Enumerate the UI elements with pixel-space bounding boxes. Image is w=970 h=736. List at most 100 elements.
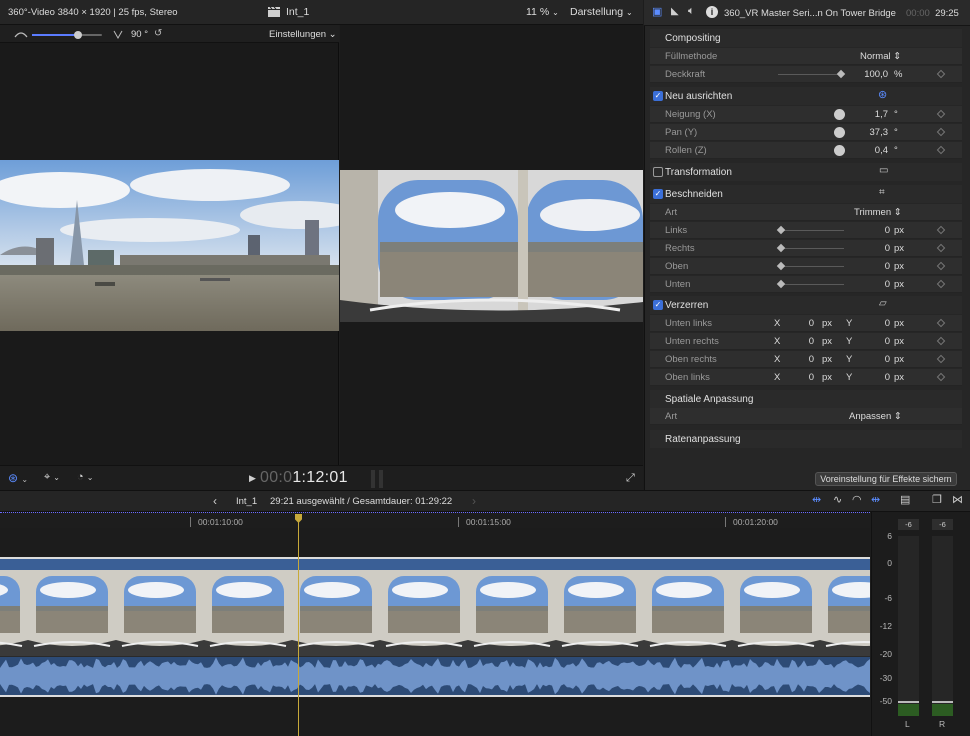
crop-slider-knob[interactable] (776, 243, 786, 253)
crop-top-row: Oben 0 px (650, 258, 962, 275)
fov-slider-fill (32, 34, 78, 36)
keyframe-icon[interactable] (936, 372, 946, 382)
opacity-unit: % (894, 69, 903, 80)
meter-scale: -50 (879, 696, 892, 706)
back-arrow-icon[interactable]: ‹ (213, 495, 217, 507)
crop-slider-knob[interactable] (776, 225, 786, 235)
pan-value[interactable]: 37,3 (860, 127, 889, 138)
peak-left: -6 (898, 519, 919, 530)
film-icon[interactable]: ▤ (900, 495, 910, 506)
crop-right-row: Rechts 0 px (650, 240, 962, 257)
spatial-type-select[interactable]: Anpassen ⇕ (849, 411, 902, 422)
waveform-icon[interactable]: ∿ (833, 495, 842, 506)
reset-icon[interactable]: ↺ (154, 28, 162, 39)
color-inspector-icon[interactable]: ◣ (671, 7, 679, 17)
crop-type-row: Art Trimmen ⇕ (650, 204, 962, 221)
selection-info: 29:21 ausgewählt / Gesamtdauer: 01:29:22 (270, 496, 453, 507)
blend-mode-row: Füllmethode Normal ⇕ (650, 48, 962, 65)
playhead[interactable] (298, 514, 299, 736)
distort-checkbox[interactable]: ✓ (653, 300, 663, 310)
crop-slider[interactable] (780, 266, 844, 267)
tilt-dial[interactable] (834, 109, 845, 120)
section-reorient: ✓ Neu ausrichten ⊛ (650, 87, 962, 105)
timecode-display[interactable]: 00:01:12:01 (260, 469, 348, 487)
snapping-icon[interactable]: ⇹ (871, 495, 880, 506)
fullscreen-icon[interactable]: ⤢ (626, 473, 635, 484)
info-inspector-icon[interactable]: i (706, 6, 718, 18)
tilt-row: Neigung (X) 1,7 ° (650, 106, 962, 123)
inspector-duration: 00:00 29:25 (906, 8, 959, 19)
opacity-value[interactable]: 100,0 (850, 69, 888, 80)
roll-value[interactable]: 0,4 (860, 145, 888, 156)
chevron-down-icon: ⌄ (552, 8, 559, 17)
crop-type-select[interactable]: Trimmen ⇕ (854, 207, 902, 218)
distort-top-left-row: Oben links X 0 px Y 0 px (650, 369, 962, 386)
roll-dial[interactable] (834, 145, 845, 156)
window-icon[interactable]: ❐ (932, 495, 942, 506)
transform-checkbox[interactable] (653, 167, 663, 177)
crop-slider-knob[interactable] (776, 279, 786, 289)
peak-right: -6 (932, 519, 953, 530)
keyframe-icon[interactable] (936, 279, 946, 289)
clip-appearance-icon[interactable]: ⇹ (812, 495, 821, 506)
crop-slider[interactable] (780, 230, 844, 231)
crop-slider[interactable] (780, 248, 844, 249)
crop-icon[interactable]: ⌗ (879, 188, 885, 198)
crop-checkbox[interactable]: ✓ (653, 189, 663, 199)
reorient-checkbox[interactable]: ✓ (653, 91, 663, 101)
keyframe-icon[interactable] (936, 243, 946, 253)
viewer-project-title[interactable]: Int_1 (268, 6, 309, 18)
audio-level-mini (379, 470, 383, 488)
headphones-icon[interactable]: ◠ (852, 495, 862, 506)
keyframe-icon[interactable] (936, 69, 946, 79)
keyframe-icon[interactable] (936, 261, 946, 271)
blend-mode-select[interactable]: Normal ⇕ (860, 51, 901, 62)
zoom-menu[interactable]: 11 % ⌄ (526, 6, 559, 18)
video-filmstrip[interactable] (0, 570, 870, 656)
meter-scale: -6 (884, 593, 892, 603)
viewer-hud: 90 ° ↺ Einstellungen ⌄ (0, 25, 339, 43)
reorient-icon[interactable]: ⊛ (878, 90, 887, 101)
distort-icon[interactable]: ▱ (879, 299, 887, 309)
keyframe-icon[interactable] (936, 127, 946, 137)
opacity-slider-knob[interactable] (836, 69, 846, 79)
ruler-label: 00:01:10:00 (198, 517, 243, 527)
settings-menu[interactable]: Einstellungen ⌄ (269, 29, 337, 40)
audio-inspector-icon[interactable]: 🔈︎ (688, 6, 695, 17)
view-menu[interactable]: Darstellung ⌄ (570, 6, 633, 18)
keyframe-icon[interactable] (936, 354, 946, 364)
inspector-clip-name: 360_VR Master Seri...n On Tower Bridge (724, 8, 896, 19)
keyframe-icon[interactable] (936, 109, 946, 119)
pan-dial[interactable] (834, 127, 845, 138)
audio-waveform[interactable] (0, 657, 870, 695)
app-window: { "viewer":{ "clip_info":"360°-Video 384… (0, 0, 970, 736)
speed-icon[interactable]: ◔ ⌄ (77, 472, 93, 483)
fov-slider-knob[interactable] (74, 31, 82, 39)
save-effects-preset-button[interactable]: Voreinstellung für Effekte sichern (815, 472, 957, 486)
transform-tools-icon[interactable]: ⌖ ⌄ (44, 472, 60, 483)
crop-slider-knob[interactable] (776, 261, 786, 271)
channel-right-label: R (939, 719, 946, 729)
crop-slider[interactable] (780, 284, 844, 285)
opacity-slider[interactable] (778, 74, 843, 75)
transform-icon[interactable]: ▭ (879, 166, 888, 176)
keyframe-icon[interactable] (936, 145, 946, 155)
tilt-value[interactable]: 1,7 (860, 109, 888, 120)
keyframe-icon[interactable] (936, 336, 946, 346)
distort-bottom-left-row: Unten links X 0 px Y 0 px (650, 315, 962, 332)
keyframe-icon[interactable] (936, 225, 946, 235)
keyframe-icon[interactable] (936, 318, 946, 328)
distort-top-right-row: Oben rechts X 0 px Y 0 px (650, 351, 962, 368)
play-button[interactable]: ▶ (249, 474, 256, 483)
timeline-ruler[interactable]: 00:01:10:00 00:01:15:00 00:01:20:00 (0, 512, 870, 528)
vr-headset-icon[interactable]: ⊛ ⌄ (8, 472, 28, 484)
forward-arrow-icon: › (472, 494, 476, 508)
distort-bottom-right-row: Unten rechts X 0 px Y 0 px (650, 333, 962, 350)
transitions-icon[interactable]: ⋈ (952, 495, 963, 506)
clapper-icon (268, 7, 280, 17)
pan-row: Pan (Y) 37,3 ° (650, 124, 962, 141)
clip-header[interactable] (0, 559, 870, 570)
timeline-project-name[interactable]: Int_1 (236, 496, 257, 507)
video-inspector-icon[interactable]: ▣ (652, 7, 662, 18)
crop-bottom-row: Unten 0 px (650, 276, 962, 293)
